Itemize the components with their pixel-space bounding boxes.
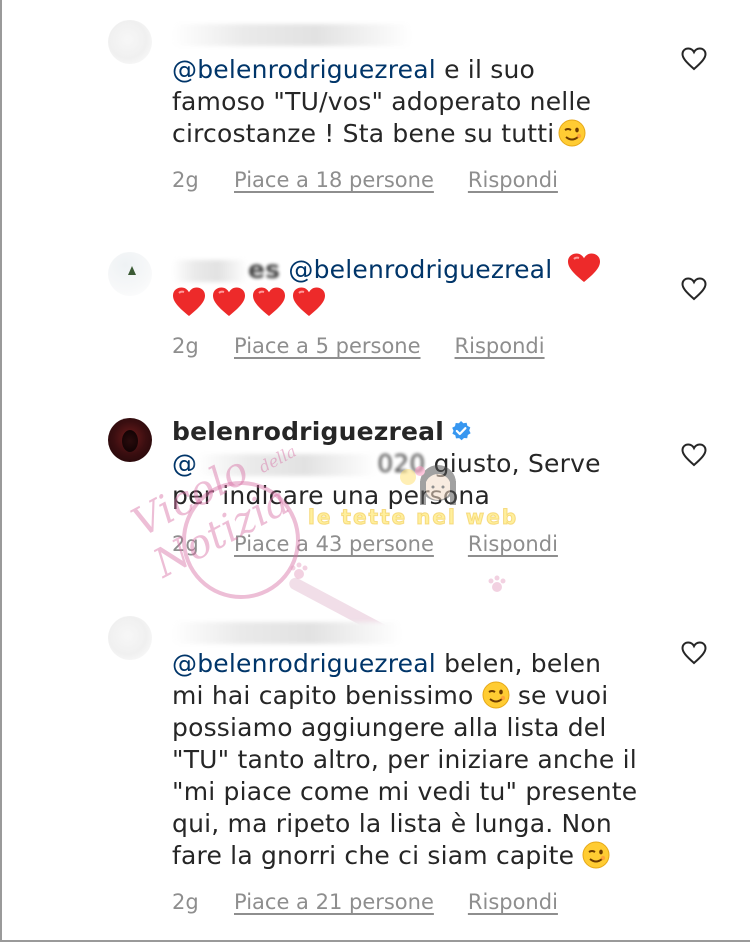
timestamp: 2g bbox=[172, 168, 199, 192]
like-heart-icon[interactable] bbox=[681, 277, 707, 301]
comment-meta: 2g Piace a 18 persone Rispondi bbox=[172, 168, 558, 192]
verified-badge-icon bbox=[452, 421, 471, 441]
red-heart-emoji-icon bbox=[567, 253, 600, 282]
comment-body: @belenrodriguezreal belen, belen mi hai … bbox=[172, 649, 638, 870]
mention-link[interactable]: @belenrodriguezreal bbox=[288, 255, 552, 284]
likes-link[interactable]: Piace a 43 persone bbox=[234, 532, 434, 556]
paw-print-icon bbox=[290, 562, 308, 579]
avatar[interactable] bbox=[108, 252, 152, 296]
comment-body: es @belenrodriguezreal bbox=[172, 252, 652, 320]
likes-link[interactable]: Piace a 18 persone bbox=[234, 168, 434, 192]
winking-face-emoji-icon bbox=[558, 119, 586, 147]
comment-username[interactable] bbox=[172, 616, 652, 648]
avatar[interactable] bbox=[108, 418, 152, 462]
timestamp: 2g bbox=[172, 334, 199, 358]
reply-button[interactable]: Rispondi bbox=[468, 168, 558, 192]
red-heart-emoji-icon bbox=[213, 287, 245, 316]
timestamp: 2g bbox=[172, 532, 199, 556]
mention-link[interactable]: @belenrodriguezreal bbox=[172, 55, 436, 84]
left-border bbox=[0, 0, 2, 942]
winking-face-emoji-icon bbox=[582, 841, 610, 869]
likes-link[interactable]: Piace a 21 persone bbox=[234, 890, 434, 914]
comment-meta: 2g Piace a 5 persone Rispondi bbox=[172, 334, 545, 358]
like-heart-icon[interactable] bbox=[681, 641, 707, 665]
red-heart-emoji-icon bbox=[293, 287, 325, 316]
red-heart-emoji-icon bbox=[253, 287, 285, 316]
comment-username[interactable]: belenrodriguezreal bbox=[172, 417, 444, 446]
comment-meta: 2g Piace a 43 persone Rispondi bbox=[172, 532, 558, 556]
reply-button[interactable]: Rispondi bbox=[455, 334, 545, 358]
winking-face-emoji-icon bbox=[482, 681, 510, 709]
comment-username[interactable]: es bbox=[172, 255, 280, 284]
likes-link[interactable]: Piace a 5 persone bbox=[234, 334, 421, 358]
comment-username[interactable] bbox=[172, 18, 652, 50]
mention-link[interactable]: @020 bbox=[172, 449, 426, 478]
avatar[interactable] bbox=[108, 20, 152, 64]
red-heart-emoji-icon bbox=[173, 287, 205, 316]
reply-button[interactable]: Rispondi bbox=[468, 532, 558, 556]
like-heart-icon[interactable] bbox=[681, 47, 707, 71]
reply-button[interactable]: Rispondi bbox=[468, 890, 558, 914]
timestamp: 2g bbox=[172, 890, 199, 914]
like-heart-icon[interactable] bbox=[681, 443, 707, 467]
comment-body: belenrodriguezreal @020 giusto, Serve pe… bbox=[172, 417, 601, 510]
avatar[interactable] bbox=[108, 616, 152, 660]
mention-link[interactable]: @belenrodriguezreal bbox=[172, 649, 436, 678]
comment-body: @belenrodriguezreal e il suo famoso "TU/… bbox=[172, 55, 592, 148]
comment-meta: 2g Piace a 21 persone Rispondi bbox=[172, 890, 558, 914]
paw-print-icon bbox=[488, 575, 506, 592]
